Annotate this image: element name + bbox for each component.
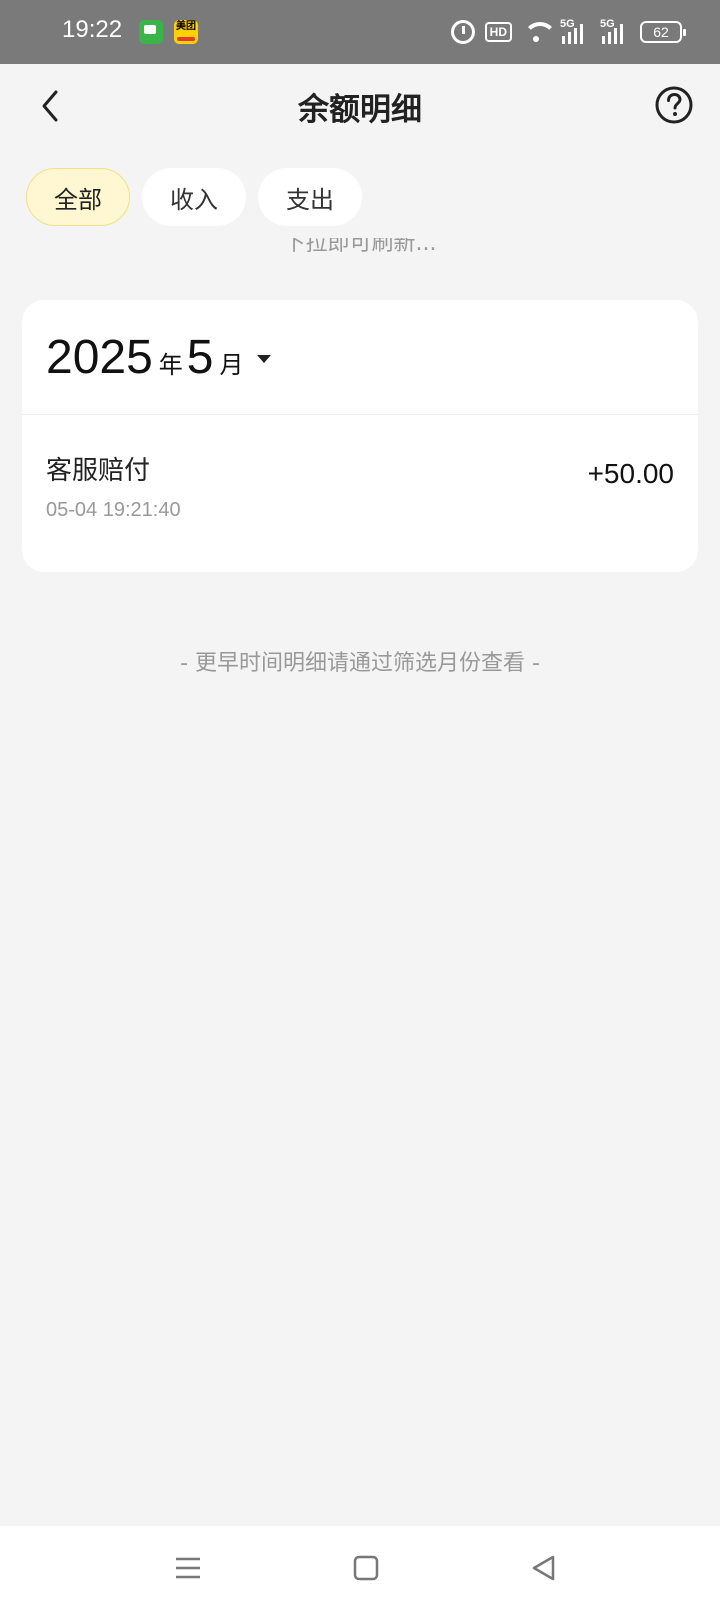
balance-card: 2025 年 5 月 客服赔付 05-04 19:21:40 +50.00 xyxy=(22,300,698,572)
tab-income[interactable]: 收入 xyxy=(142,168,246,226)
footer-note: - 更早时间明细请通过筛选月份查看 - xyxy=(180,651,540,676)
record-amount: +50.00 xyxy=(587,458,674,489)
month-value: 5 xyxy=(186,331,214,384)
meituan-icon: 美团 xyxy=(174,20,198,44)
hd-icon: HD xyxy=(484,22,512,42)
question-circle-icon[interactable] xyxy=(654,85,694,125)
pull-hint-text: 下拉即可刷新... xyxy=(283,238,437,256)
wifi-icon xyxy=(522,20,557,44)
system-nav-bar xyxy=(0,1526,720,1612)
home-icon[interactable] xyxy=(350,1552,382,1584)
status-time: 19:22 xyxy=(62,16,123,43)
record-time: 05-04 19:21:40 xyxy=(46,499,181,521)
year-value: 2025 xyxy=(46,331,153,384)
filter-tabs: 全部 收入 支出 xyxy=(26,168,362,226)
status-icons: HD 5G 5G 62 xyxy=(450,18,686,46)
messages-icon xyxy=(139,20,163,44)
signal-icon: 5G xyxy=(560,18,590,44)
signal-label: 5G xyxy=(600,18,615,30)
page-title: 余额明细 xyxy=(298,92,422,128)
tab-all[interactable]: 全部 xyxy=(26,168,130,226)
pull-to-refresh-hint: 下拉即可刷新... xyxy=(0,238,720,266)
menu-icon[interactable] xyxy=(172,1552,204,1584)
tab-expense[interactable]: 支出 xyxy=(258,168,362,226)
alarm-icon xyxy=(450,20,475,44)
month-unit: 月 xyxy=(219,351,244,379)
back-triangle-icon[interactable] xyxy=(528,1552,560,1584)
battery-icon: 62 xyxy=(640,21,686,43)
header: 余额明细 xyxy=(0,64,720,148)
record-title: 客服赔付 xyxy=(46,456,151,486)
list-item[interactable]: 客服赔付 05-04 19:21:40 +50.00 xyxy=(46,450,674,522)
divider xyxy=(22,414,698,415)
caret-down-icon[interactable] xyxy=(257,355,272,363)
month-picker[interactable]: 2025 年 5 月 xyxy=(46,330,272,385)
status-bar: 19:22 美团 HD 5G 5G 62 xyxy=(0,0,720,64)
signal-icon: 5G xyxy=(600,18,630,44)
signal-label: 5G xyxy=(560,18,575,30)
year-unit: 年 xyxy=(158,351,183,379)
